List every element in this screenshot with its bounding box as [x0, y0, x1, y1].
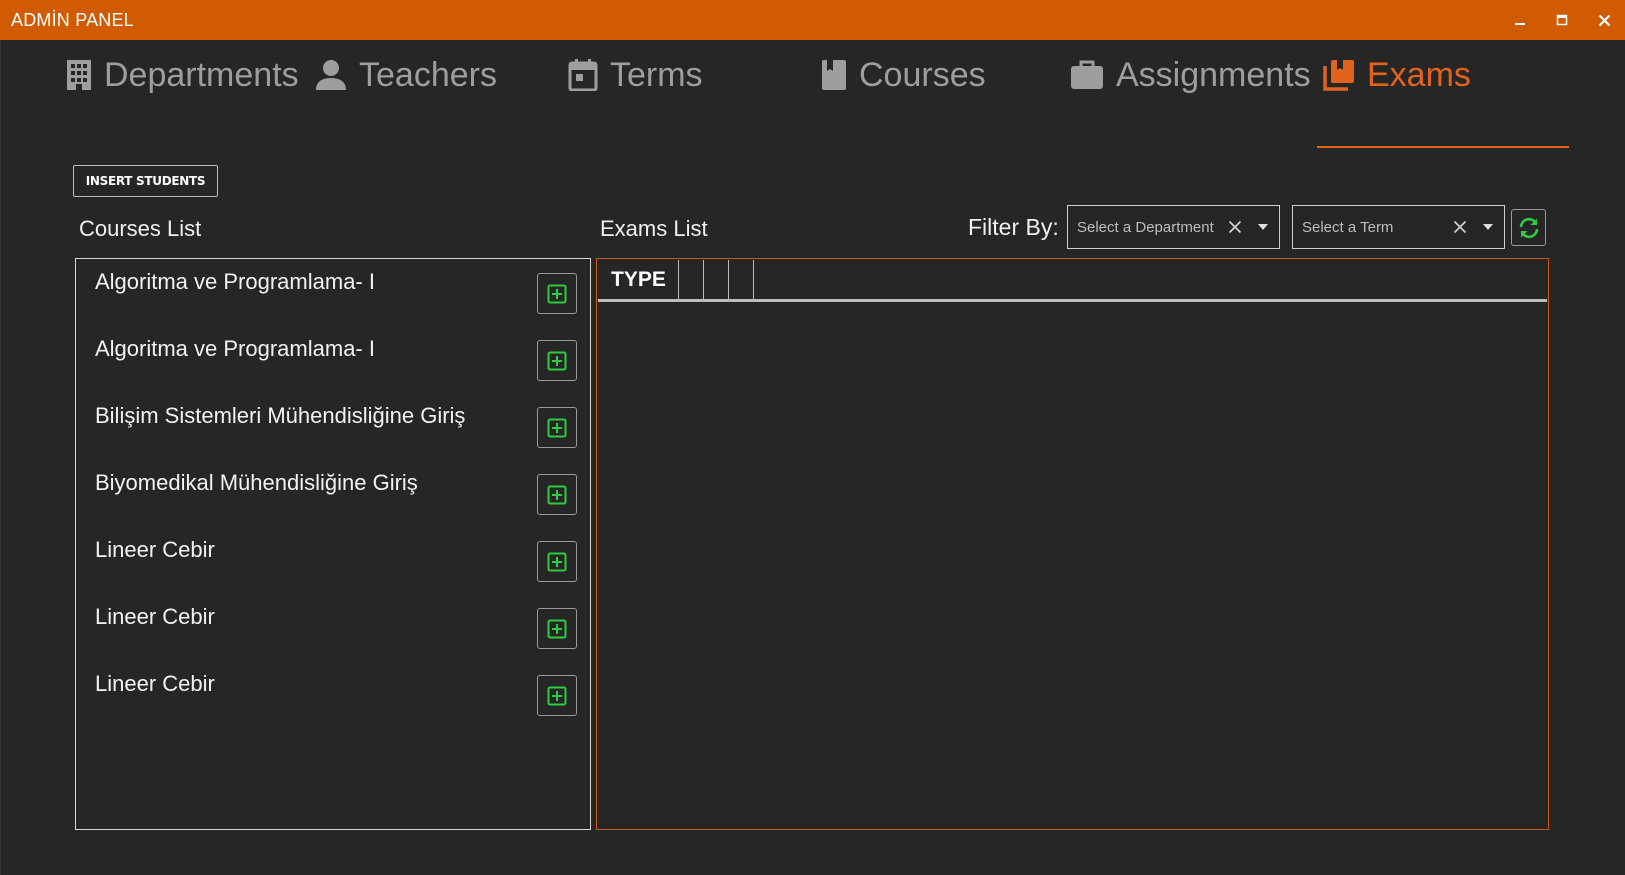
refresh-button[interactable]: [1511, 209, 1546, 246]
term-select-placeholder: Select a Term: [1302, 218, 1394, 236]
clear-icon[interactable]: [1228, 220, 1242, 234]
list-item[interactable]: Algoritma ve Programlama- I: [76, 326, 590, 386]
course-name: Lineer Cebir: [95, 537, 215, 562]
course-name: Algoritma ve Programlama- I: [95, 336, 375, 361]
briefcase-icon: [1070, 60, 1104, 90]
tab-courses[interactable]: Courses: [821, 43, 986, 107]
column-header[interactable]: [679, 260, 704, 299]
list-item[interactable]: Lineer Cebir: [76, 661, 590, 721]
column-header-label: TYPE: [611, 267, 666, 291]
plus-square-icon: [547, 284, 567, 303]
column-header[interactable]: [704, 260, 729, 299]
library-icon: [1323, 59, 1355, 91]
building-icon: [66, 59, 92, 91]
plus-square-icon: [547, 686, 567, 705]
tab-terms[interactable]: Terms: [568, 43, 703, 107]
list-item[interactable]: Biyomedikal Mühendisliğine Giriş: [76, 460, 590, 520]
course-name: Lineer Cebir: [95, 604, 215, 629]
clear-icon[interactable]: [1453, 220, 1467, 234]
add-exam-button[interactable]: [537, 273, 577, 314]
tab-label: Terms: [610, 55, 703, 94]
window-controls: [1499, 0, 1625, 40]
insert-students-button[interactable]: INSERT STUDENTS: [73, 165, 218, 197]
courses-list-heading: Courses List: [79, 216, 202, 241]
close-button[interactable]: [1583, 0, 1625, 40]
plus-square-icon: [547, 351, 567, 370]
plus-square-icon: [547, 418, 567, 437]
column-header-type[interactable]: TYPE: [598, 260, 679, 299]
close-icon: [1598, 14, 1610, 26]
add-exam-button[interactable]: [537, 541, 577, 582]
filter-label: Filter By:: [968, 214, 1059, 240]
chevron-down-icon[interactable]: [1258, 224, 1268, 230]
person-icon: [315, 59, 347, 91]
add-exam-button[interactable]: [537, 407, 577, 448]
course-name: Lineer Cebir: [95, 671, 215, 696]
tab-label: Teachers: [359, 55, 497, 94]
add-exam-button[interactable]: [537, 474, 577, 515]
tab-teachers[interactable]: Teachers: [315, 43, 497, 107]
list-item[interactable]: Lineer Cebir: [76, 594, 590, 654]
course-name: Biyomedikal Mühendisliğine Giriş: [95, 470, 418, 495]
plus-square-icon: [547, 485, 567, 504]
add-exam-button[interactable]: [537, 340, 577, 381]
tab-label: Assignments: [1116, 55, 1311, 94]
course-name: Bilişim Sistemleri Mühendisliğine Giriş: [95, 403, 466, 428]
window-title: ADMİN PANEL: [11, 9, 134, 30]
column-header[interactable]: [729, 260, 754, 299]
calendar-icon: [568, 59, 598, 91]
tab-label: Departments: [104, 55, 299, 94]
active-tab-indicator: [1317, 146, 1569, 148]
tab-assignments[interactable]: Assignments: [1070, 43, 1311, 107]
tab-exams[interactable]: Exams: [1323, 43, 1471, 107]
courses-list: Algoritma ve Programlama- I Algoritma ve…: [75, 258, 591, 830]
maximize-icon: [1556, 14, 1568, 26]
add-exam-button[interactable]: [537, 608, 577, 649]
minimize-button[interactable]: [1499, 0, 1541, 40]
department-select[interactable]: Select a Department: [1067, 205, 1280, 249]
department-select-placeholder: Select a Department: [1077, 218, 1214, 236]
minimize-icon: [1515, 23, 1525, 25]
tab-label: Exams: [1367, 55, 1471, 94]
list-item[interactable]: Bilişim Sistemleri Mühendisliğine Giriş: [76, 393, 590, 453]
list-item[interactable]: Lineer Cebir: [76, 527, 590, 587]
exams-table-header: TYPE: [598, 260, 1547, 302]
add-exam-button[interactable]: [537, 675, 577, 716]
plus-square-icon: [547, 619, 567, 638]
tab-departments[interactable]: Departments: [66, 43, 299, 107]
refresh-icon: [1519, 217, 1538, 238]
plus-square-icon: [547, 552, 567, 571]
tab-label: Courses: [859, 55, 986, 94]
title-bar: ADMİN PANEL: [0, 0, 1625, 40]
chevron-down-icon[interactable]: [1483, 224, 1493, 230]
maximize-button[interactable]: [1541, 0, 1583, 40]
exams-table: TYPE: [596, 258, 1549, 830]
course-name: Algoritma ve Programlama- I: [95, 269, 375, 294]
term-select[interactable]: Select a Term: [1292, 205, 1505, 249]
book-icon: [821, 59, 847, 91]
list-item[interactable]: Algoritma ve Programlama- I: [76, 259, 590, 319]
exams-list-heading: Exams List: [600, 216, 708, 241]
